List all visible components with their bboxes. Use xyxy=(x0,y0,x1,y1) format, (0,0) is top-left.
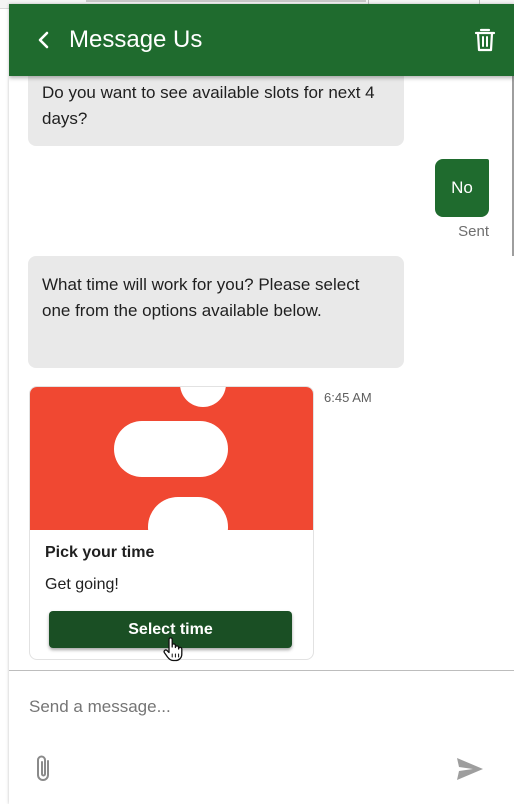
card-image xyxy=(30,387,313,530)
card-title: Pick your time xyxy=(45,544,155,561)
paperclip-icon xyxy=(37,755,49,781)
page: Message Us Do you want to see available … xyxy=(0,0,514,804)
header-title: Message Us xyxy=(69,26,203,53)
message-status: Sent xyxy=(458,223,489,240)
incoming-message: What time will work for you? Please sele… xyxy=(28,256,404,368)
message-composer xyxy=(9,670,514,804)
outgoing-message: No xyxy=(435,159,489,217)
back-button[interactable] xyxy=(27,23,61,57)
chat-widget: Message Us Do you want to see available … xyxy=(9,4,514,804)
send-button[interactable] xyxy=(455,755,485,783)
chevron-left-icon xyxy=(38,31,49,49)
card-subtitle: Get going! xyxy=(45,576,119,593)
message-timestamp: 6:45 AM xyxy=(324,390,372,405)
trash-icon xyxy=(474,28,496,52)
attach-button[interactable] xyxy=(31,753,57,785)
message-list[interactable]: Do you want to see available slots for n… xyxy=(9,76,514,670)
incoming-message: Do you want to see available slots for n… xyxy=(28,76,404,146)
send-icon xyxy=(457,758,483,780)
hand-cursor-icon xyxy=(163,637,183,662)
message-input[interactable] xyxy=(27,689,491,725)
chat-header: Message Us xyxy=(9,4,514,76)
time-picker-card: Pick your time Get going! Select time xyxy=(29,386,314,660)
delete-conversation-button[interactable] xyxy=(468,23,502,57)
